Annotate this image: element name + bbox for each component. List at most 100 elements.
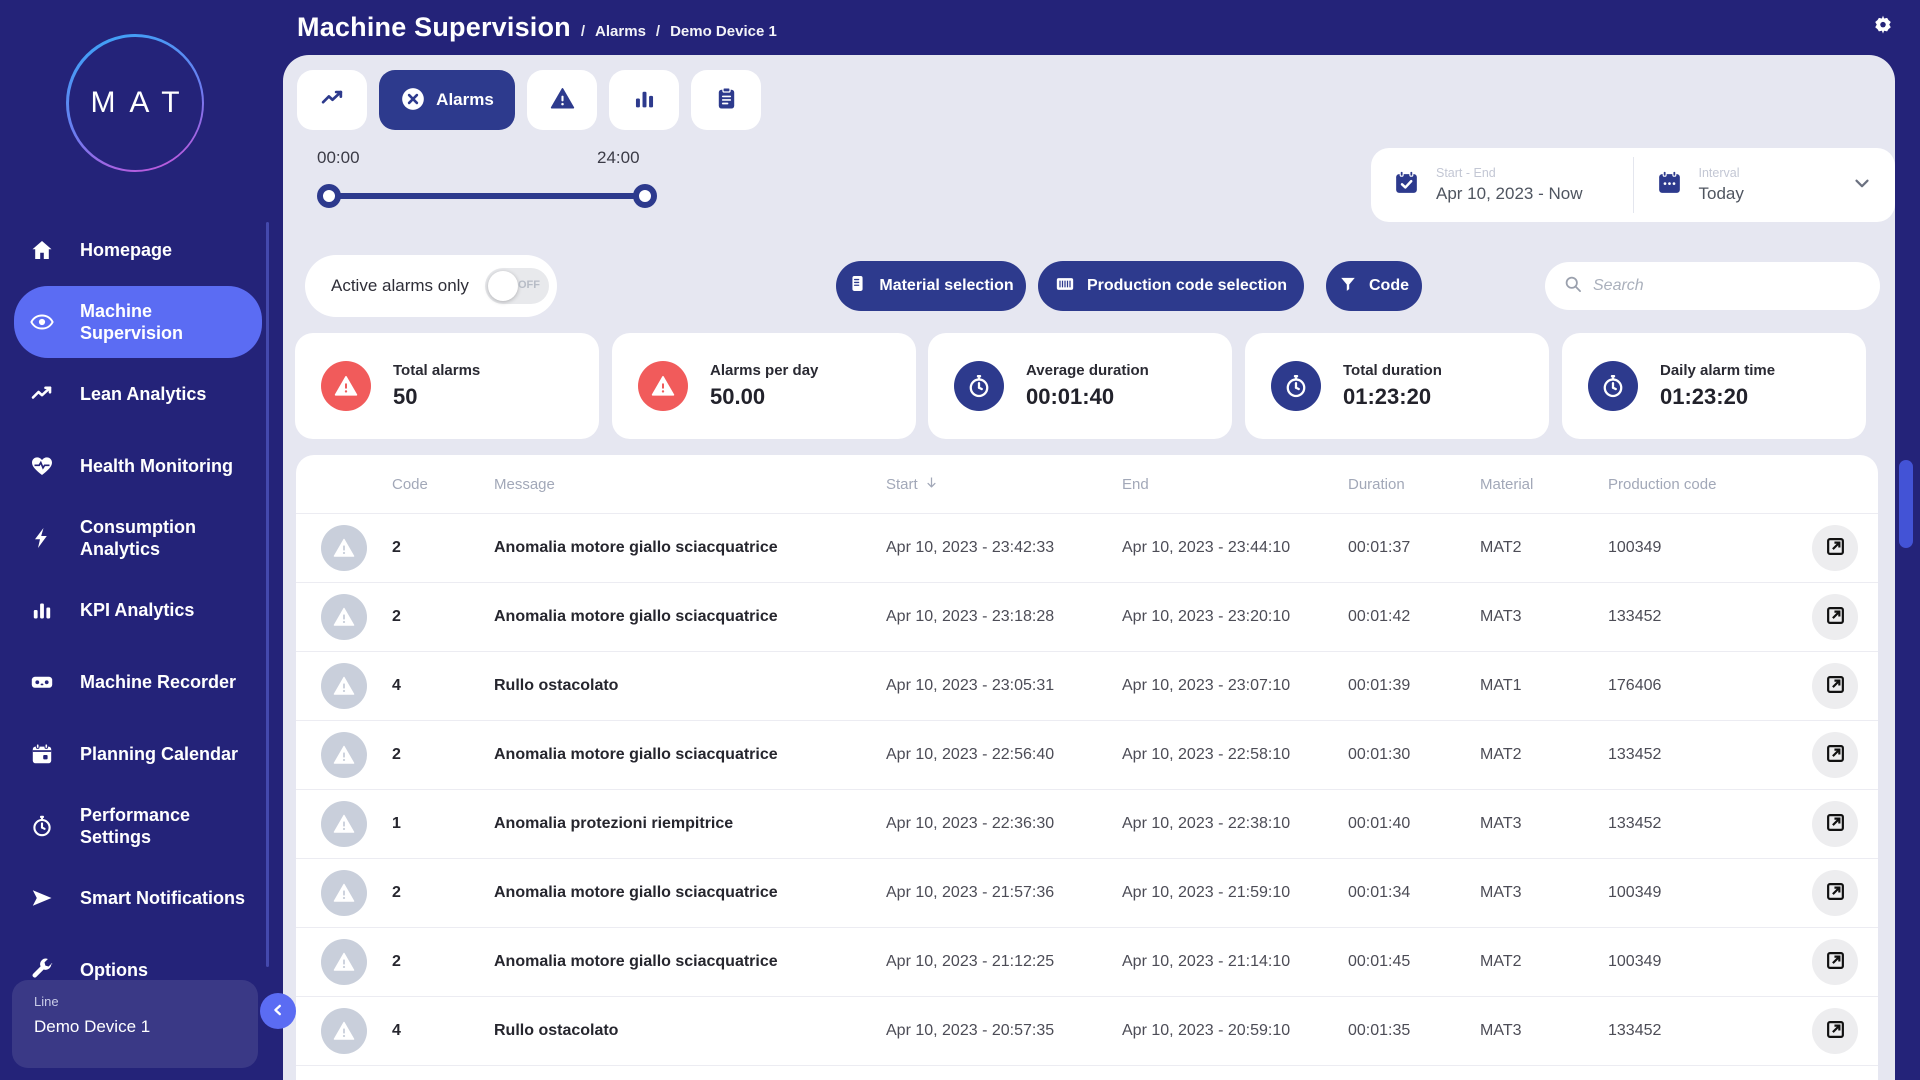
sidebar-item-machine-supervision[interactable]: Machine Supervision (14, 286, 262, 358)
interval-select[interactable]: Interval Today (1634, 166, 1896, 204)
slider-handle-start[interactable] (317, 184, 341, 208)
alarm-warning-icon (321, 870, 367, 916)
table-row: 4 Rullo ostacolato Apr 10, 2023 - 23:05:… (296, 651, 1878, 720)
cell-end: Apr 10, 2023 - 21:59:10 (1122, 884, 1291, 901)
sidebar-collapse-button[interactable] (260, 993, 296, 1029)
settings-gear-icon[interactable] (1872, 14, 1894, 41)
sidebar-item-label: Lean Analytics (80, 384, 207, 404)
table-row: 4 Rullo ostacolato Apr 10, 2023 - 20:57:… (296, 996, 1878, 1065)
alarm-x-circle-icon (400, 86, 426, 115)
sidebar-item-label: Smart Notifications (80, 888, 246, 908)
cell-production-code: 133452 (1608, 746, 1662, 763)
breadcrumb-device[interactable]: Demo Device 1 (670, 23, 777, 40)
sidebar-item-label: Consumption Analytics (80, 517, 196, 559)
stat-value: 01:23:20 (1660, 384, 1749, 409)
material-selection-button[interactable]: Material selection (836, 261, 1026, 311)
cell-message: Anomalia motore giallo sciacquatrice (494, 884, 778, 901)
stat-label: Average duration (1026, 362, 1149, 379)
tab-warnings[interactable] (527, 70, 597, 130)
cell-message: Anomalia motore giallo sciacquatrice (494, 746, 778, 763)
open-alarm-button[interactable] (1812, 525, 1858, 571)
page-header: Machine Supervision / Alarms / Demo Devi… (297, 12, 777, 43)
alarms-table: Code Message Start End Duration Material… (296, 455, 1878, 1080)
start-end-picker[interactable]: Start - End Apr 10, 2023 - Now (1371, 166, 1633, 204)
stat-label: Daily alarm time (1660, 362, 1776, 379)
sidebar-item-kpi-analytics[interactable]: KPI Analytics (0, 574, 262, 646)
cell-code: 2 (392, 746, 401, 763)
cell-end: Apr 10, 2023 - 22:38:10 (1122, 815, 1291, 832)
tab-alarms[interactable]: Alarms (379, 70, 515, 130)
logo-text: MAT (90, 86, 194, 119)
column-code[interactable]: Code (392, 476, 494, 493)
cell-code: 1 (392, 815, 401, 832)
slider-handle-end[interactable] (633, 184, 657, 208)
code-filter-button[interactable]: Code (1326, 261, 1422, 311)
production-code-selection-button[interactable]: Production code selection (1038, 261, 1304, 311)
sidebar-item-smart-notifications[interactable]: Smart Notifications (0, 862, 262, 934)
stat-value: 50.00 (710, 384, 766, 409)
page-scrollbar[interactable] (1899, 460, 1913, 548)
open-alarm-button[interactable] (1812, 732, 1858, 778)
stat-average-duration: Average duration 00:01:40 (928, 333, 1232, 439)
sidebar-item-health-monitoring[interactable]: Health Monitoring (0, 430, 262, 502)
warning-icon (638, 361, 688, 411)
time-range-slider[interactable] (317, 184, 657, 208)
sidebar-item-homepage[interactable]: Homepage (0, 214, 262, 286)
tab-statistics[interactable] (609, 70, 679, 130)
sidebar-item-planning-calendar[interactable]: Planning Calendar (0, 718, 262, 790)
cell-duration: 00:01:35 (1348, 1022, 1411, 1039)
column-material[interactable]: Material (1480, 476, 1608, 493)
sidebar-item-label: Homepage (80, 240, 173, 260)
table-row-partial (296, 1065, 1878, 1080)
sidebar-scrollbar[interactable] (266, 222, 269, 967)
stat-label: Total alarms (393, 362, 481, 379)
stopwatch-icon (30, 814, 54, 838)
material-icon (848, 274, 867, 298)
column-duration[interactable]: Duration (1348, 476, 1480, 493)
search-input[interactable] (1593, 277, 1862, 295)
funnel-icon (1339, 275, 1357, 298)
cell-message: Rullo ostacolato (494, 677, 619, 694)
sidebar-item-consumption-analytics[interactable]: Consumption Analytics (0, 502, 262, 574)
open-alarm-button[interactable] (1812, 870, 1858, 916)
table-row: 1 Anomalia protezioni riempitrice Apr 10… (296, 789, 1878, 858)
table-header: Code Message Start End Duration Material… (296, 455, 1878, 513)
cell-message: Anomalia protezioni riempitrice (494, 815, 734, 832)
column-start[interactable]: Start (886, 475, 1122, 494)
tab-report[interactable] (691, 70, 761, 130)
column-end[interactable]: End (1122, 476, 1348, 493)
stat-daily-alarm-time: Daily alarm time 01:23:20 (1562, 333, 1866, 439)
cell-production-code: 133452 (1608, 815, 1662, 832)
open-alarm-button[interactable] (1812, 1008, 1858, 1054)
heart-pulse-icon (30, 454, 54, 478)
alarm-warning-icon (321, 732, 367, 778)
stat-label: Total duration (1343, 362, 1442, 379)
sidebar-item-label: Options (80, 960, 148, 980)
breadcrumb-alarms[interactable]: Alarms (595, 23, 646, 40)
cell-code: 4 (392, 677, 401, 694)
column-production-code[interactable]: Production code (1608, 476, 1792, 493)
sidebar-item-machine-recorder[interactable]: Machine Recorder (0, 646, 262, 718)
tab-trends[interactable] (297, 70, 367, 130)
cell-message: Anomalia motore giallo sciacquatrice (494, 608, 778, 625)
open-alarm-button[interactable] (1812, 801, 1858, 847)
cell-start: Apr 10, 2023 - 21:12:25 (886, 953, 1055, 970)
sidebar-item-label: Performance Settings (80, 805, 191, 847)
open-alarm-button[interactable] (1812, 939, 1858, 985)
open-alarm-button[interactable] (1812, 594, 1858, 640)
cell-duration: 00:01:40 (1348, 815, 1411, 832)
view-tabs: Alarms (297, 70, 761, 130)
bolt-icon (30, 526, 54, 550)
sidebar-item-performance-settings[interactable]: Performance Settings (0, 790, 262, 862)
open-alarm-button[interactable] (1812, 663, 1858, 709)
device-selector-card[interactable]: Line Demo Device 1 (12, 980, 258, 1068)
sidebar-item-lean-analytics[interactable]: Lean Analytics (0, 358, 262, 430)
interval-value: Today (1698, 184, 1744, 203)
external-link-icon (1825, 1019, 1846, 1043)
recorder-icon (30, 670, 54, 694)
date-filter-card: Start - End Apr 10, 2023 - Now Interval … (1371, 148, 1895, 222)
stopwatch-icon (954, 361, 1004, 411)
active-alarms-toggle[interactable]: OFF (484, 268, 549, 304)
column-message[interactable]: Message (494, 476, 886, 493)
warning-icon (321, 361, 371, 411)
